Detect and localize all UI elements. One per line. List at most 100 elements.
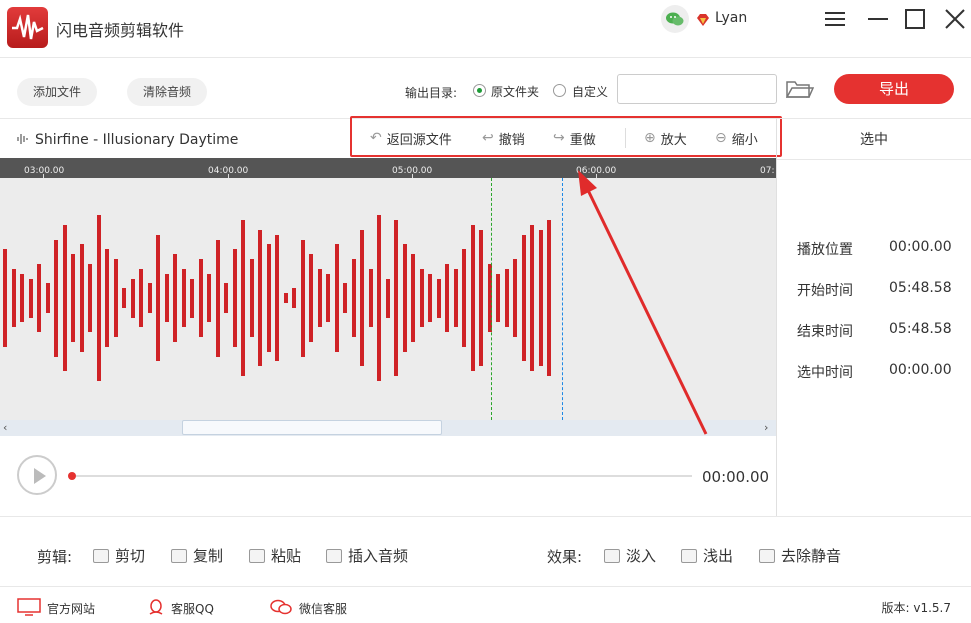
cut-icon [93,548,109,563]
play-icon[interactable] [17,455,57,495]
playhead-marker[interactable] [562,178,563,420]
time-ruler[interactable]: 03:00.00 04:00.00 05:00.00 06:00.00 07: [0,158,776,178]
selection-panel: 选中 播放位置 00:00.00 开始时间 05:48.58 结束时间 05:4… [776,118,971,516]
undo-label: 撤销 [498,132,525,148]
waveform-bar [521,234,526,362]
remove-silence-button[interactable]: 去除静音 [759,545,841,566]
ruler-label: 06:00.00 [576,166,617,176]
app-logo-icon [7,7,48,48]
waveform-bar [173,254,177,342]
wechat-support-label: 微信客服 [299,602,348,616]
undo-icon: ↩ [482,130,494,146]
waveform-bar [428,273,432,323]
folder-icon[interactable] [785,79,815,103]
remove-silence-label: 去除静音 [781,547,842,565]
redo-button[interactable]: ↪ 重做 [553,129,596,148]
timeline-scrollbar[interactable]: ‹ › [0,420,776,436]
edit-group-label: 剪辑: [37,548,73,566]
back-to-source-button[interactable]: ↶ 返回源文件 [370,129,452,148]
waveform-bar [198,259,203,337]
scrollbar-thumb[interactable] [182,420,442,435]
waveform-bar [20,273,24,323]
seek-track[interactable] [76,475,692,477]
fade-out-label: 浅出 [703,547,734,565]
waveform-canvas[interactable] [0,178,776,420]
minimize-icon[interactable] [866,8,890,30]
waveform-bar [351,259,356,337]
end-time-label: 结束时间 [797,324,853,340]
export-button[interactable]: 导出 [834,74,954,104]
zoom-in-icon: ⊕ [644,130,656,146]
zoom-out-button[interactable]: ⊖ 缩小 [715,129,758,148]
waveform-bar [54,239,58,357]
back-to-source-label: 返回源文件 [386,132,452,148]
insert-audio-label: 插入音频 [348,547,409,565]
waveform-bar [377,215,381,381]
version-label: 版本: v1.5.7 [881,601,952,615]
waveform-bar [317,268,322,328]
waveform-bar [402,244,407,352]
waveform-bar [275,234,279,362]
wechat-support-link[interactable]: 微信客服 [269,598,347,619]
start-marker[interactable] [491,178,492,420]
qq-support-link[interactable]: 客服QQ [147,598,214,619]
waveform-bar [241,220,245,376]
waveform-bar [538,229,543,367]
menu-icon[interactable] [823,8,847,30]
fade-in-button[interactable]: 淡入 [604,545,656,566]
zoom-out-label: 缩小 [731,132,758,148]
waveform-bar [28,278,33,318]
undo-button[interactable]: ↩ 撤销 [482,129,525,148]
radio-custom-label[interactable]: 自定义 [572,83,608,100]
zoom-in-button[interactable]: ⊕ 放大 [644,129,687,148]
cut-button[interactable]: 剪切 [93,545,145,566]
waveform-bar [3,249,7,347]
waveform-bar [462,249,466,347]
waveform-bar [96,215,101,381]
qq-support-label: 客服QQ [171,602,214,616]
insert-icon [326,548,342,563]
fade-out-button[interactable]: 浅出 [681,545,733,566]
waveform-bar [79,244,84,352]
insert-audio-button[interactable]: 插入音频 [326,545,408,566]
waveform-bar [300,239,305,357]
maximize-icon[interactable] [903,8,927,30]
copy-icon [171,548,187,563]
scroll-right-icon[interactable]: › [764,421,768,434]
add-file-button[interactable]: 添加文件 [17,78,97,106]
copy-label: 复制 [193,547,224,565]
paste-button[interactable]: 粘贴 [249,545,301,566]
waveform-bar [88,263,92,333]
waveform-bar [326,273,330,323]
output-dir-label: 输出目录: [405,86,458,100]
radio-source-folder[interactable] [473,84,486,97]
waveform-bar [139,268,143,328]
waveform-bar [419,268,424,328]
scroll-left-icon[interactable]: ‹ [3,421,7,434]
edit-separator [625,128,626,148]
waveform-bar [105,249,109,347]
waveform-bar [130,278,135,318]
paste-label: 粘贴 [271,547,302,565]
title-bar: 闪电音频剪辑软件 Lyan [0,0,971,57]
waveform-bar [266,244,271,352]
edit-effect-tools: 剪辑: 剪切 复制 粘贴 插入音频 效果: 淡入 浅出 去除静音 [0,516,971,586]
user-name[interactable]: Lyan [715,10,747,26]
waveform-bar [45,283,50,313]
radio-source-folder-label[interactable]: 原文件夹 [491,83,539,100]
waveform-bar [496,273,500,323]
divider [777,159,971,160]
vip-diamond-icon [696,11,710,30]
waveform-bar [181,268,186,328]
clear-audio-button[interactable]: 清除音频 [127,78,207,106]
output-path-input[interactable] [617,74,777,104]
footer: 官方网站 客服QQ 微信客服 版本: v1.5.7 [0,586,971,623]
close-icon[interactable] [943,8,967,30]
wechat-icon[interactable] [661,5,689,33]
website-link[interactable]: 官方网站 [17,598,95,619]
waveform-bar [62,224,67,372]
radio-custom[interactable] [553,84,566,97]
seek-handle[interactable] [68,472,76,480]
zoom-in-label: 放大 [660,132,687,148]
copy-button[interactable]: 复制 [171,545,223,566]
